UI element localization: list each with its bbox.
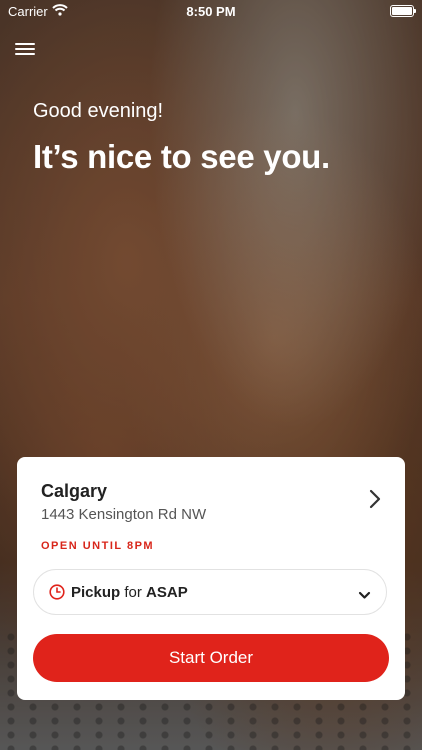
location-city[interactable]: Calgary <box>41 481 107 502</box>
greeting-text: Good evening! <box>33 100 164 122</box>
chevron-right-icon[interactable] <box>367 487 383 511</box>
order-mode-select[interactable]: Pickup for ASAP <box>33 569 387 615</box>
location-card: Calgary 1443 Kensington Rd NW OPEN UNTIL… <box>17 457 405 700</box>
battery-icon <box>390 5 416 17</box>
order-mode-label: Pickup for ASAP <box>71 584 188 601</box>
chevron-down-icon <box>358 587 371 599</box>
order-time: ASAP <box>146 584 188 601</box>
menu-icon[interactable] <box>15 40 35 58</box>
clock-icon <box>49 584 65 600</box>
status-bar: Carrier 8:50 PM <box>0 0 422 22</box>
store-hours: OPEN UNTIL 8PM <box>41 540 155 552</box>
clock-time: 8:50 PM <box>186 4 236 19</box>
start-order-button[interactable]: Start Order <box>33 634 389 682</box>
order-connector: for <box>124 584 142 601</box>
headline-text: It’s nice to see you. <box>33 138 330 175</box>
location-address[interactable]: 1443 Kensington Rd NW <box>41 506 206 523</box>
order-method: Pickup <box>71 584 121 601</box>
